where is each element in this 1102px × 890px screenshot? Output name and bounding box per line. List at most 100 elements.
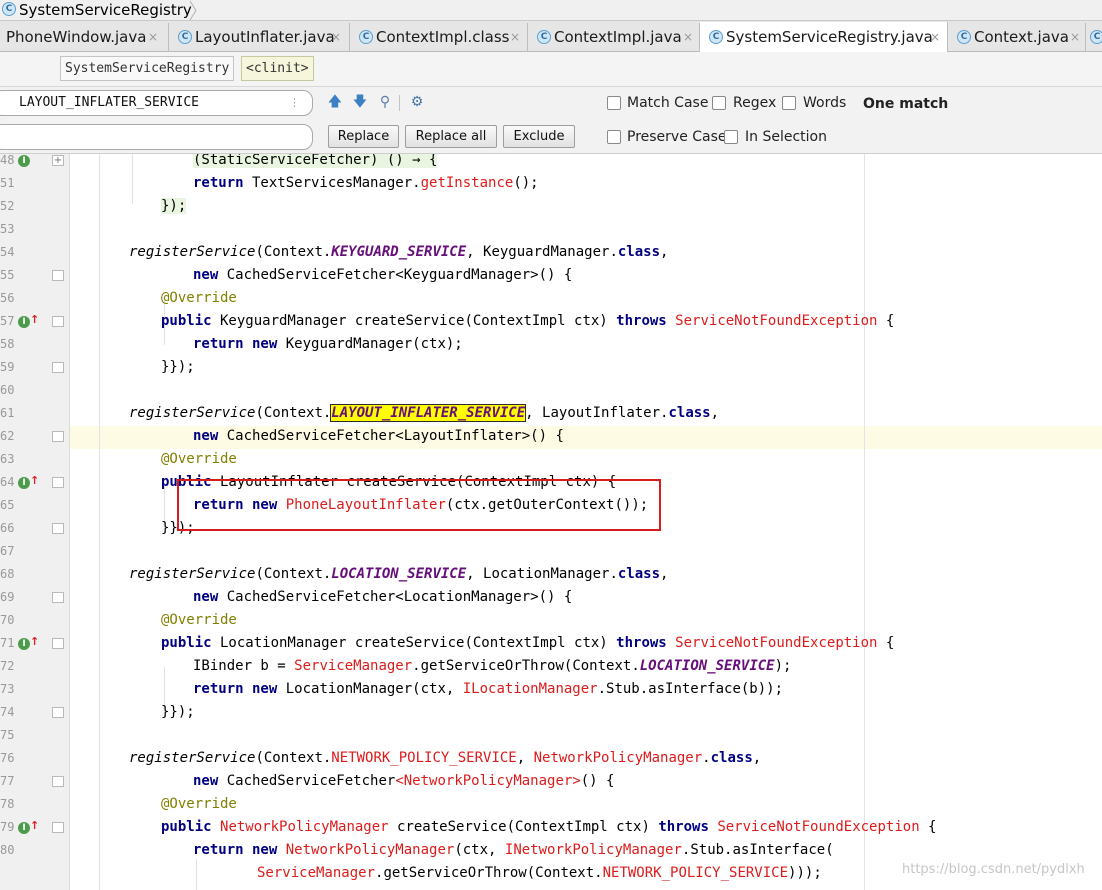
line-number: 61 [0, 406, 15, 420]
line-number: 56 [0, 291, 15, 305]
fold-icon[interactable] [52, 638, 64, 649]
implements-icon[interactable]: I [18, 316, 30, 328]
fold-icon[interactable] [52, 707, 64, 718]
code-line: new CachedServiceFetcher<LocationManager… [193, 589, 573, 605]
fold-icon[interactable] [52, 477, 64, 488]
in-selection-label[interactable]: In Selection [745, 128, 827, 146]
line-number: 74 [0, 705, 15, 719]
code-line: registerService(Context.LAYOUT_INFLATER_… [129, 404, 720, 422]
tab-label: ContextImpl.class [376, 28, 510, 46]
close-icon[interactable]: × [331, 23, 341, 51]
close-icon[interactable]: × [510, 23, 520, 51]
tab-contextimpl-class[interactable]: C ContextImpl.class × [350, 23, 528, 51]
line-number: 79 [0, 820, 15, 834]
line-number: 60 [0, 383, 15, 397]
code-line: new CachedServiceFetcher<KeyguardManager… [193, 267, 573, 283]
clear-icon[interactable]: ⋮ [289, 91, 300, 114]
code-line: @Override [161, 451, 237, 467]
breadcrumb-title[interactable]: SystemServiceRegistry [19, 0, 192, 21]
line-number: 66 [0, 521, 15, 535]
close-icon[interactable]: × [148, 23, 158, 51]
override-arrow-icon[interactable]: ↑ [30, 820, 39, 832]
replace-input[interactable] [0, 124, 313, 150]
words-checkbox[interactable] [782, 96, 796, 110]
code-line: registerService(Context.NETWORK_POLICY_S… [129, 750, 762, 766]
tab-label: LayoutInflater.java [195, 28, 335, 46]
fold-expand-icon[interactable]: + [52, 155, 64, 166]
previous-occurrence-icon[interactable]: 🡅 [324, 91, 346, 113]
regex-label[interactable]: Regex [733, 94, 776, 112]
find-replace-bar: LAYOUT_INFLATER_SERVICE ⋮ 🡅 🡇 ⚲ ⚙ Replac… [0, 87, 1102, 154]
tab-systemserviceregistry[interactable]: C SystemServiceRegistry.java × [700, 22, 948, 52]
implements-icon[interactable]: I [18, 638, 30, 650]
structure-member[interactable]: <clinit> [241, 56, 314, 81]
implements-icon[interactable]: I [18, 155, 30, 167]
match-case-checkbox[interactable] [607, 96, 621, 110]
tab-label: ContextImpl.java [554, 28, 682, 46]
close-icon[interactable]: × [683, 23, 693, 51]
breadcrumb: C SystemServiceRegistry [0, 0, 1102, 21]
close-icon[interactable]: × [930, 22, 940, 52]
next-occurrence-icon[interactable]: 🡇 [349, 91, 371, 113]
tab-overflow[interactable]: C [1086, 23, 1102, 51]
replace-button[interactable]: Replace [328, 125, 399, 148]
words-label[interactable]: Words [803, 94, 846, 112]
line-number: 73 [0, 682, 15, 696]
regex-checkbox[interactable] [712, 96, 726, 110]
match-status: One match [863, 96, 949, 112]
fold-icon[interactable] [52, 270, 64, 281]
indent-guide [132, 154, 133, 204]
in-selection-checkbox[interactable] [724, 130, 738, 144]
line-number: 55 [0, 268, 15, 282]
fold-icon[interactable] [52, 523, 64, 534]
class-icon: C [178, 30, 192, 44]
line-number: 57 [0, 314, 15, 328]
match-case-label[interactable]: Match Case [627, 94, 708, 112]
line-number: 75 [0, 728, 15, 742]
code-line: public LocationManager createService(Con… [161, 635, 895, 651]
fold-icon[interactable] [52, 362, 64, 373]
code-line: public NetworkPolicyManager createServic… [161, 819, 937, 835]
search-input[interactable]: LAYOUT_INFLATER_SERVICE ⋮ [0, 90, 313, 116]
line-number: 71 [0, 636, 15, 650]
fold-icon[interactable] [52, 592, 64, 603]
override-arrow-icon[interactable]: ↑ [30, 314, 39, 326]
preserve-case-label[interactable]: Preserve Case [627, 128, 727, 146]
replace-all-button[interactable]: Replace all [405, 125, 497, 148]
line-number: 52 [0, 199, 15, 213]
implements-icon[interactable]: I [18, 822, 30, 834]
line-number: 68 [0, 567, 15, 581]
fold-icon[interactable] [52, 822, 64, 833]
implements-icon[interactable]: I [18, 477, 30, 489]
fold-icon[interactable] [52, 431, 64, 442]
code-line: (StaticServiceFetcher) () → { [193, 154, 438, 168]
class-icon: C [957, 30, 971, 44]
preserve-case-checkbox[interactable] [607, 130, 621, 144]
line-number: 70 [0, 613, 15, 627]
fold-icon[interactable] [52, 776, 64, 787]
indent-guide [99, 154, 100, 890]
structure-class[interactable]: SystemServiceRegistry [60, 56, 235, 81]
override-arrow-icon[interactable]: ↑ [30, 475, 39, 487]
code-line: return TextServicesManager.getInstance()… [193, 175, 539, 191]
line-number: 59 [0, 360, 15, 374]
line-number: 77 [0, 774, 15, 788]
line-number: 48 [0, 154, 15, 167]
line-number: 58 [0, 337, 15, 351]
find-all-icon[interactable]: ⚲ [374, 91, 396, 113]
search-value: LAYOUT_INFLATER_SERVICE [19, 95, 200, 110]
close-icon[interactable]: × [1070, 23, 1080, 51]
exclude-button[interactable]: Exclude [503, 125, 575, 148]
fold-icon[interactable] [52, 316, 64, 327]
line-number: 53 [0, 222, 15, 236]
tab-phonewindow[interactable]: PhoneWindow.java × [0, 23, 169, 51]
line-number: 72 [0, 659, 15, 673]
tab-layoutinflater[interactable]: C LayoutInflater.java × [169, 23, 350, 51]
override-arrow-icon[interactable]: ↑ [30, 636, 39, 648]
tab-contextimpl-java[interactable]: C ContextImpl.java × [528, 23, 700, 51]
line-number: 80 [0, 843, 15, 857]
settings-icon[interactable]: ⚙ [406, 91, 428, 113]
tab-label: Context.java [974, 28, 1069, 46]
class-icon: C [537, 30, 551, 44]
tab-context[interactable]: C Context.java × [948, 23, 1086, 51]
